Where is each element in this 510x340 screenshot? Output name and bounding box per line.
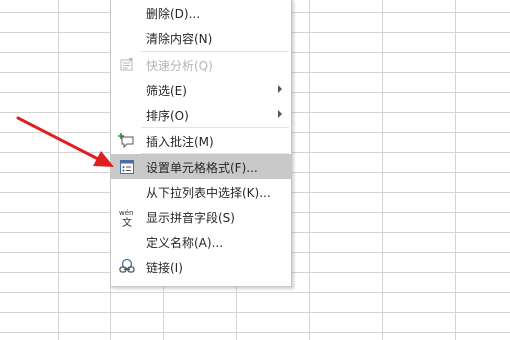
menu-item-define-name[interactable]: 定义名称(A)... (111, 229, 291, 254)
menu-item-label: 快速分析(Q) (146, 59, 213, 73)
menu-item-label: 链接(I) (146, 261, 183, 275)
quick-analysis-icon (118, 56, 136, 74)
menu-item-filter[interactable]: 筛选(E) (111, 77, 291, 102)
menu-item-insert-comment[interactable]: 插入批注(M) (111, 128, 291, 153)
menu-item-show-phonetic[interactable]: wén 文 显示拼音字段(S) (111, 204, 291, 229)
menu-item-label: 插入批注(M) (146, 135, 214, 149)
menu-item-label: 筛选(E) (146, 84, 187, 98)
format-cells-icon (118, 158, 136, 176)
phonetic-icon-pinyin: wén (119, 209, 133, 217)
menu-item-quick-analysis[interactable]: 快速分析(Q) (111, 52, 291, 77)
menu-item-label: 排序(O) (146, 109, 189, 123)
menu-item-pick-from-dropdown[interactable]: 从下拉列表中选择(K)... (111, 179, 291, 204)
submenu-arrow-icon (278, 110, 282, 118)
grid-column-line (309, 0, 310, 340)
grid-row-line (0, 332, 510, 333)
menu-item-label: 设置单元格格式(F)... (146, 161, 258, 175)
menu-item-link[interactable]: 链接(I) (111, 254, 291, 279)
grid-row-line (0, 292, 510, 293)
comment-icon (118, 132, 136, 150)
menu-item-label: 显示拼音字段(S) (146, 211, 235, 225)
menu-item-label: 清除内容(N) (146, 32, 213, 46)
grid-row-line (0, 312, 510, 313)
submenu-arrow-icon (278, 85, 282, 93)
context-menu: 删除(D)... 清除内容(N) 快速分析(Q) 筛选(E) 排序(O) 插入批… (110, 0, 292, 287)
menu-item-label: 定义名称(A)... (146, 236, 224, 250)
grid-column-line (58, 0, 59, 340)
phonetic-icon: wén 文 (118, 208, 136, 229)
grid-column-line (382, 0, 383, 340)
menu-item-label: 从下拉列表中选择(K)... (146, 186, 271, 200)
menu-item-format-cells[interactable]: 设置单元格格式(F)... (111, 154, 291, 179)
grid-column-line (455, 0, 456, 340)
menu-item-label: 删除(D)... (146, 7, 201, 21)
menu-item-clear-contents[interactable]: 清除内容(N) (111, 25, 291, 50)
menu-item-delete[interactable]: 删除(D)... (111, 0, 291, 25)
phonetic-icon-hanzi: 文 (122, 216, 132, 228)
link-icon (118, 258, 136, 276)
menu-item-sort[interactable]: 排序(O) (111, 102, 291, 127)
